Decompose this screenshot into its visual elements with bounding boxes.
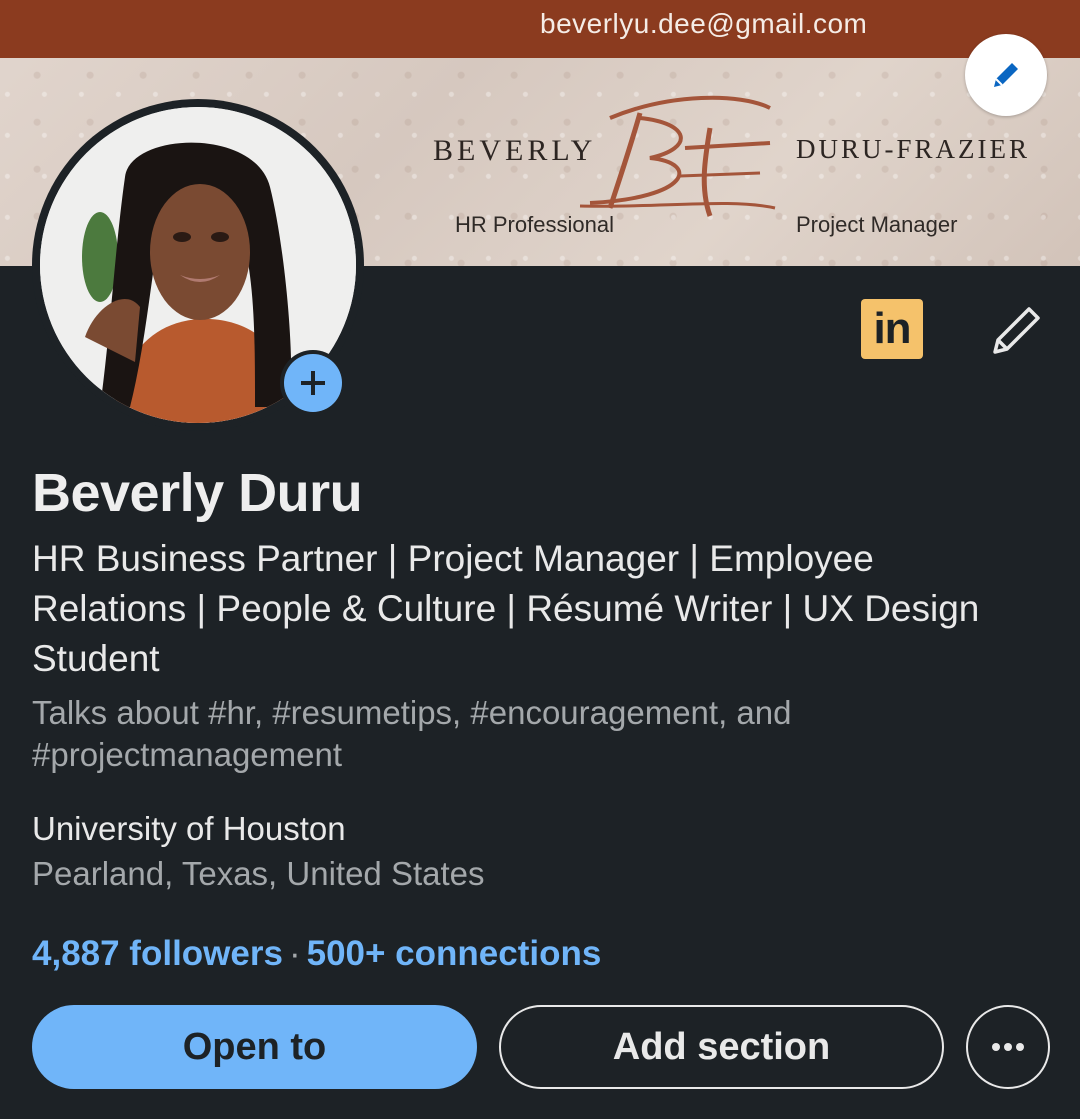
location: Pearland, Texas, United States: [32, 855, 485, 892]
education[interactable]: University of Houston: [32, 810, 346, 848]
linkedin-badge-icon[interactable]: in: [861, 299, 923, 359]
banner-email: beverlyu.dee@gmail.com: [540, 8, 868, 39]
more-icon: [992, 1043, 1024, 1051]
plus-icon: [301, 371, 325, 395]
connections-link[interactable]: 500+ connections: [307, 934, 602, 973]
more-button[interactable]: [966, 1005, 1050, 1089]
open-to-button[interactable]: Open to: [32, 1005, 477, 1089]
talks-about: Talks about #hr, #resumetips, #encourage…: [32, 694, 792, 773]
brand-first-name: BEVERLY: [433, 134, 597, 167]
pencil-icon: [993, 307, 1040, 354]
brand-role-right: Project Manager: [796, 212, 958, 237]
brand-role-left: HR Professional: [455, 212, 614, 237]
add-section-button[interactable]: Add section: [499, 1005, 944, 1089]
network-stats: 4,887 followers · 500+ connections: [32, 934, 601, 974]
add-photo-button[interactable]: [280, 350, 346, 416]
stats-separator: ·: [288, 934, 301, 973]
edit-banner-button[interactable]: [965, 34, 1047, 116]
profile-name: Beverly Duru: [32, 463, 363, 523]
pencil-icon: [994, 63, 1018, 87]
edit-profile-button[interactable]: [985, 300, 1047, 367]
add-photo-circle: [284, 354, 342, 412]
brand-last-name: DURU-FRAZIER: [796, 134, 1031, 164]
profile-headline: HR Business Partner | Project Manager | …: [32, 538, 980, 679]
followers-link[interactable]: 4,887 followers: [32, 934, 283, 973]
